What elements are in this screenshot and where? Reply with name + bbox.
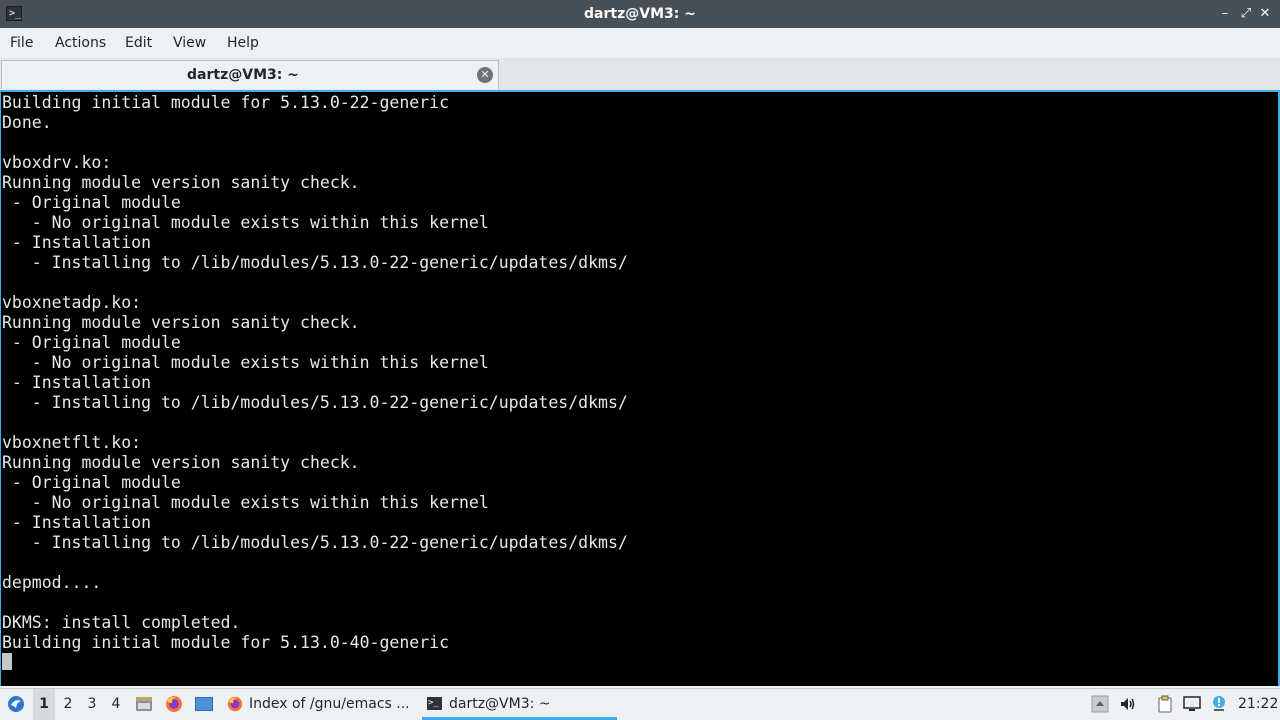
close-button[interactable]: ✕	[1256, 5, 1274, 23]
clipboard-icon[interactable]	[1156, 695, 1174, 713]
tab-label: dartz@VM3: ~	[187, 67, 299, 83]
update-notifier-icon[interactable]	[1210, 695, 1228, 713]
desktop-2-button[interactable]: 2	[57, 689, 79, 720]
tab-bar: dartz@VM3: ~ ✕	[0, 58, 1280, 90]
terminal-text: Building initial module for 5.13.0-22-ge…	[2, 93, 628, 652]
menu-actions[interactable]: Actions	[55, 28, 106, 58]
menu-bar: File Actions Edit View Help	[0, 28, 1280, 58]
firefox-icon	[227, 696, 243, 712]
minimize-button[interactable]: –	[1216, 5, 1234, 23]
menu-edit[interactable]: Edit	[125, 28, 152, 58]
terminal-window: >_ dartz@VM3: ~ – ⤢ ✕ File Actions Edit …	[0, 0, 1280, 688]
desktop-3-button[interactable]: 3	[81, 689, 103, 720]
task-terminal[interactable]: >_ dartz@VM3: ~	[422, 689, 617, 720]
tab-close-icon[interactable]: ✕	[477, 67, 493, 83]
window-title: dartz@VM3: ~	[584, 6, 696, 22]
desktop-1-button[interactable]: 1	[33, 689, 55, 720]
tray-expand-icon[interactable]	[1091, 695, 1109, 713]
terminal-cursor	[2, 653, 12, 670]
task-label: dartz@VM3: ~	[449, 696, 551, 712]
clock[interactable]: 21:22	[1238, 689, 1278, 720]
volume-icon[interactable]	[1119, 695, 1137, 713]
network-icon[interactable]	[1183, 695, 1201, 713]
file-manager-icon[interactable]	[134, 694, 154, 714]
desktop-4-button[interactable]: 4	[105, 689, 127, 720]
taskbar: 1 2 3 4 Index of /gnu/emacs ... >_ dartz…	[0, 688, 1280, 720]
start-menu-icon[interactable]	[6, 694, 26, 714]
maximize-button[interactable]: ⤢	[1237, 5, 1255, 23]
show-desktop-icon[interactable]	[194, 694, 214, 714]
firefox-icon[interactable]	[164, 694, 184, 714]
menu-file[interactable]: File	[10, 28, 33, 58]
task-firefox[interactable]: Index of /gnu/emacs ...	[224, 689, 414, 720]
menu-help[interactable]: Help	[227, 28, 259, 58]
menu-view[interactable]: View	[173, 28, 206, 58]
terminal-icon: >_	[427, 697, 442, 710]
tab-terminal[interactable]: dartz@VM3: ~ ✕	[1, 60, 499, 89]
title-bar[interactable]: >_ dartz@VM3: ~ – ⤢ ✕	[0, 0, 1280, 28]
terminal-output[interactable]: Building initial module for 5.13.0-22-ge…	[0, 90, 1280, 686]
task-label: Index of /gnu/emacs ...	[249, 696, 410, 712]
